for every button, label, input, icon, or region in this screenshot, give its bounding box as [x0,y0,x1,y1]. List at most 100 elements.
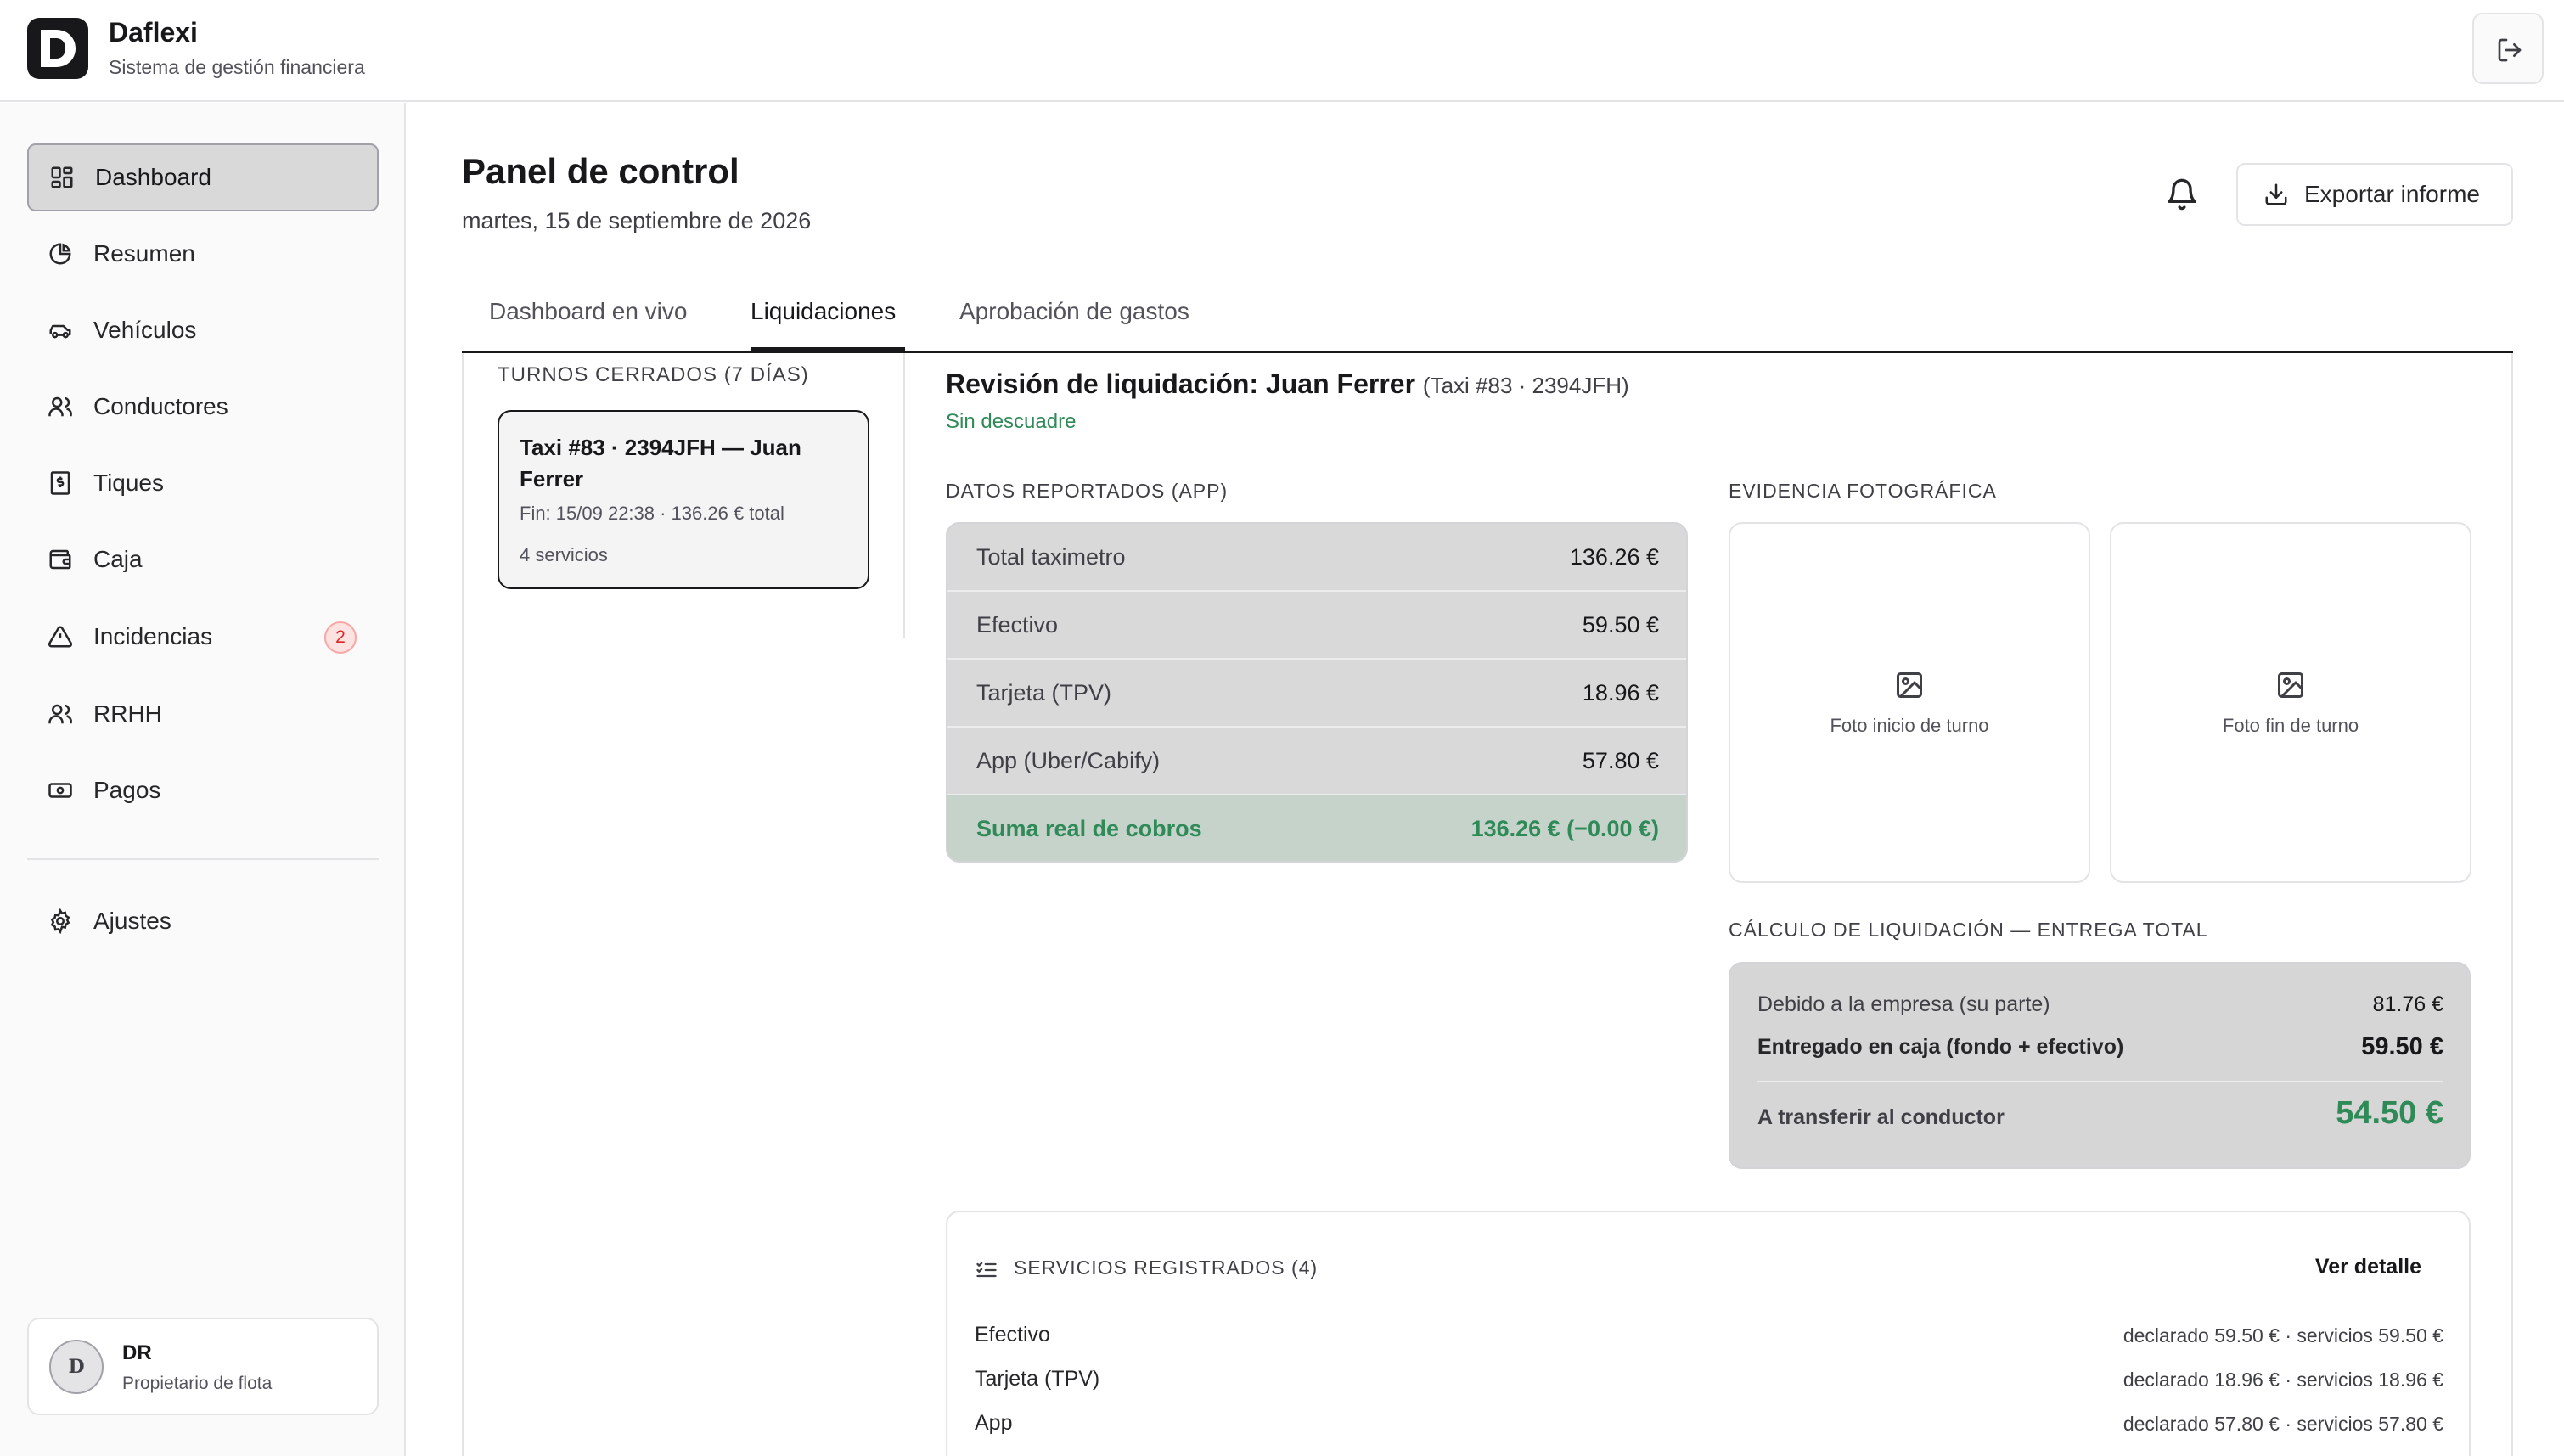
service-amounts: declarado 18.96 € · servicios 18.96 € [2123,1369,2443,1391]
tab-dashboard-en-vivo[interactable]: Dashboard en vivo [489,298,687,325]
sidebar-item-label: Tiques [93,469,165,496]
shift-meta: Fin: 15/09 22:38 · 136.26 € total [520,503,784,524]
settlement-calc-box: Debido a la empresa (su parte) 81.76 € E… [1729,962,2471,1169]
row-label: Total taximetro [976,544,1126,570]
notifications-button[interactable] [2165,176,2199,213]
service-method: App [975,1411,1013,1435]
shift-title: Taxi #83 · 2394JFH — Juan Ferrer [520,435,801,492]
pie-chart-icon [48,241,73,267]
content-frame-left [462,353,464,1456]
table-row: Tarjeta (TPV) 18.96 € [947,660,1686,728]
app-name: Daflexi [109,17,198,48]
daflexi-logo-icon [27,18,88,79]
tab-liquidaciones[interactable]: Liquidaciones [751,298,896,325]
sidebar-item-label: Vehículos [93,317,197,343]
list-checks-icon [976,1262,997,1278]
sidebar-item-caja[interactable]: Caja [27,526,379,593]
shift-end-photo[interactable]: Foto fin de turno [2110,522,2471,883]
photo-caption: Foto fin de turno [2222,715,2359,736]
sidebar: Dashboard Resumen Vehículos Conductores … [0,103,406,1456]
shift-start-photo[interactable]: Foto inicio de turno [1729,522,2090,883]
gear-icon [48,908,73,934]
closed-shifts-heading: TURNOS CERRADOS (7 DÍAS) [498,363,809,386]
sidebar-item-label: Conductores [93,393,228,419]
incidencias-count-badge: 2 [324,621,357,654]
sidebar-item-ajustes[interactable]: Ajustes [27,887,379,955]
view-detail-link[interactable]: Ver detalle [2315,1255,2421,1279]
transfer-row: A transferir al conductor 54.50 € [1757,1095,2443,1131]
export-report-label: Exportar informe [2304,181,2480,207]
delivered-label: Entregado en caja (fondo + efectivo) [1757,1035,2124,1059]
user-profile-card[interactable]: D DR Propietario de flota [27,1318,379,1415]
wallet-icon [48,547,73,572]
user-role: Propietario de flota [122,1374,273,1393]
service-method: Tarjeta (TPV) [975,1367,1100,1391]
list-item: App declarado 57.80 € · servicios 57.80 … [975,1411,2443,1436]
users-icon [48,394,73,419]
sidebar-item-label: RRHH [93,700,162,727]
row-value: 136.26 € [1569,544,1659,570]
transfer-label: A transferir al conductor [1757,1105,2005,1129]
row-value: 18.96 € [1582,680,1659,706]
banknote-icon [48,778,73,803]
table-total-row: Suma real de cobros 136.26 € (−0.00 €) [947,795,1686,861]
row-label: Tarjeta (TPV) [976,680,1112,706]
dashboard-grid-icon [49,165,75,190]
service-method: Efectivo [975,1323,1050,1346]
table-row: Efectivo 59.50 € [947,592,1686,660]
export-report-button[interactable]: Exportar informe [2236,163,2513,226]
sidebar-item-pagos[interactable]: Pagos [27,756,379,824]
row-value: 136.26 € (−0.00 €) [1470,816,1659,841]
review-title-text: Revisión de liquidación: Juan Ferrer [946,368,1416,399]
image-icon [2278,672,2303,698]
sidebar-item-incidencias[interactable]: Incidencias 2 [27,603,379,671]
service-amounts: declarado 59.50 € · servicios 59.50 € [2123,1324,2443,1346]
settlement-review-title: Revisión de liquidación: Juan Ferrer (Ta… [946,368,1629,400]
registered-services-card: SERVICIOS REGISTRADOS (4) Ver detalle Ef… [946,1211,2471,1456]
sidebar-item-resumen[interactable]: Resumen [27,220,379,288]
page-date: martes, 15 de septiembre de 2026 [462,208,812,233]
logout-button[interactable] [2472,13,2544,84]
table-row: Total taximetro 136.26 € [947,524,1686,592]
logout-icon [2498,38,2522,62]
photo-caption: Foto inicio de turno [1830,715,1989,736]
alert-triangle-icon [48,624,73,649]
image-icon [1897,672,1922,698]
receipt-icon [48,470,73,496]
delivered-row: Entregado en caja (fondo + efectivo) 59.… [1757,1033,2443,1060]
due-value: 81.76 € [2372,992,2443,1016]
service-amounts: declarado 57.80 € · servicios 57.80 € [2123,1413,2443,1435]
sidebar-item-vehiculos[interactable]: Vehículos [27,296,379,364]
avatar: D [49,1340,104,1394]
sidebar-divider [27,858,379,860]
due-to-company-row: Debido a la empresa (su parte) 81.76 € [1757,992,2443,1017]
settlement-divider [1757,1081,2443,1082]
table-row: App (Uber/Cabify) 57.80 € [947,728,1686,795]
photo-evidence-heading: EVIDENCIA FOTOGRÁFICA [1729,480,1997,502]
review-vehicle: (Taxi #83 · 2394JFH) [1422,373,1629,398]
reported-data-heading: DATOS REPORTADOS (APP) [946,480,1229,502]
sidebar-item-label: Caja [93,546,143,572]
transfer-value: 54.50 € [2336,1095,2443,1131]
delivered-value: 59.50 € [2361,1033,2443,1060]
active-tab-indicator [751,347,905,351]
sidebar-item-label: Incidencias [93,623,213,649]
bell-icon [2168,178,2196,211]
car-icon [48,318,73,343]
list-item: Tarjeta (TPV) declarado 18.96 € · servic… [975,1367,2443,1391]
sidebar-item-conductores[interactable]: Conductores [27,373,379,441]
download-icon [2265,183,2287,205]
shift-card[interactable]: Taxi #83 · 2394JFH — Juan Ferrer Fin: 15… [498,410,869,589]
list-item: Efectivo declarado 59.50 € · servicios 5… [975,1323,2443,1347]
shift-list-divider [903,353,905,638]
shift-service-count: 4 servicios [520,544,608,565]
content-frame-right [2511,353,2513,1456]
row-label: Efectivo [976,612,1059,638]
sidebar-item-rrhh[interactable]: RRHH [27,680,379,748]
services-title: SERVICIOS REGISTRADOS (4) [1014,1256,1319,1279]
sidebar-item-tiques[interactable]: Tiques [27,449,379,517]
row-label: Suma real de cobros [976,816,1202,841]
sidebar-item-dashboard[interactable]: Dashboard [27,143,379,211]
tab-aprobacion-gastos[interactable]: Aprobación de gastos [959,298,1189,325]
due-label: Debido a la empresa (su parte) [1757,992,2050,1016]
